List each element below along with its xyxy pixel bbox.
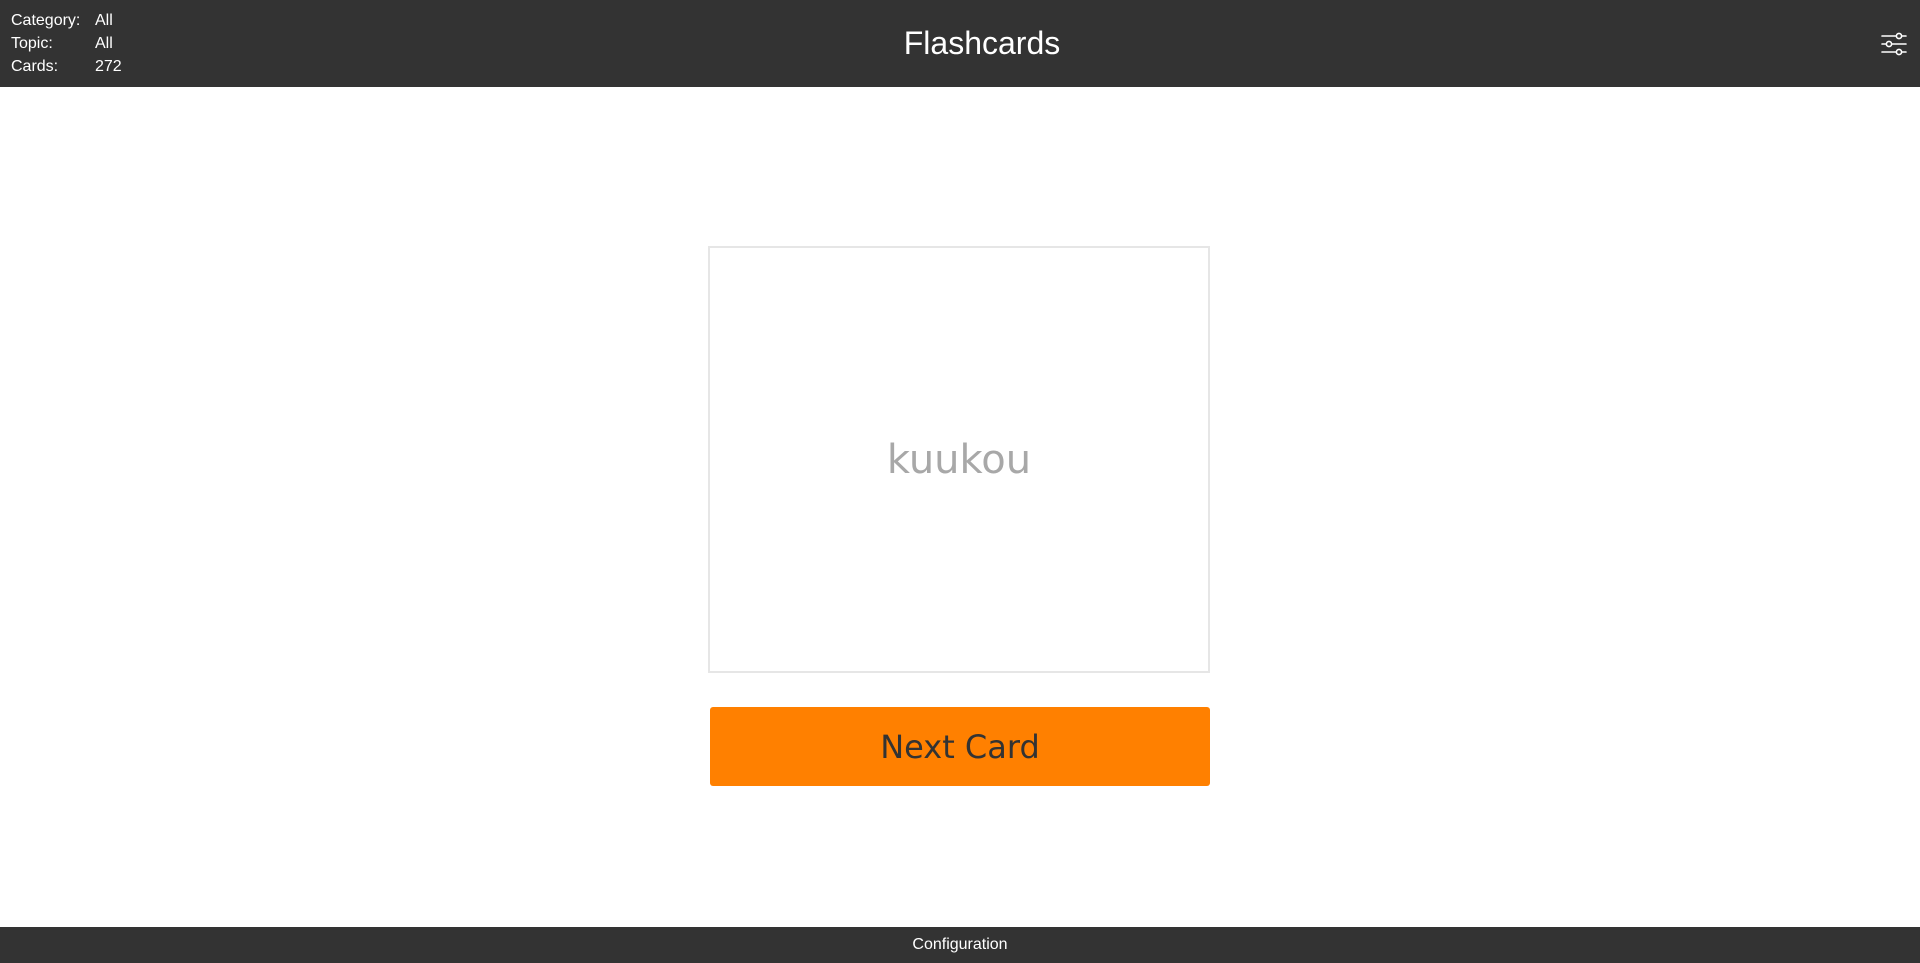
sliders-icon xyxy=(1881,32,1907,56)
flashcard-text: kuukou xyxy=(886,436,1032,483)
page-title: Flashcards xyxy=(903,25,1061,61)
flashcard[interactable]: kuukou xyxy=(708,246,1210,673)
footer-bar: Configuration xyxy=(0,927,1920,963)
app-root: Category: All Topic: All Cards: 272 Flas… xyxy=(0,0,1920,963)
configuration-link[interactable]: Configuration xyxy=(912,936,1007,953)
header-bar: Category: All Topic: All Cards: 272 Flas… xyxy=(0,0,1920,87)
settings-button[interactable] xyxy=(1878,28,1910,60)
next-card-button[interactable]: Next Card xyxy=(710,707,1210,786)
